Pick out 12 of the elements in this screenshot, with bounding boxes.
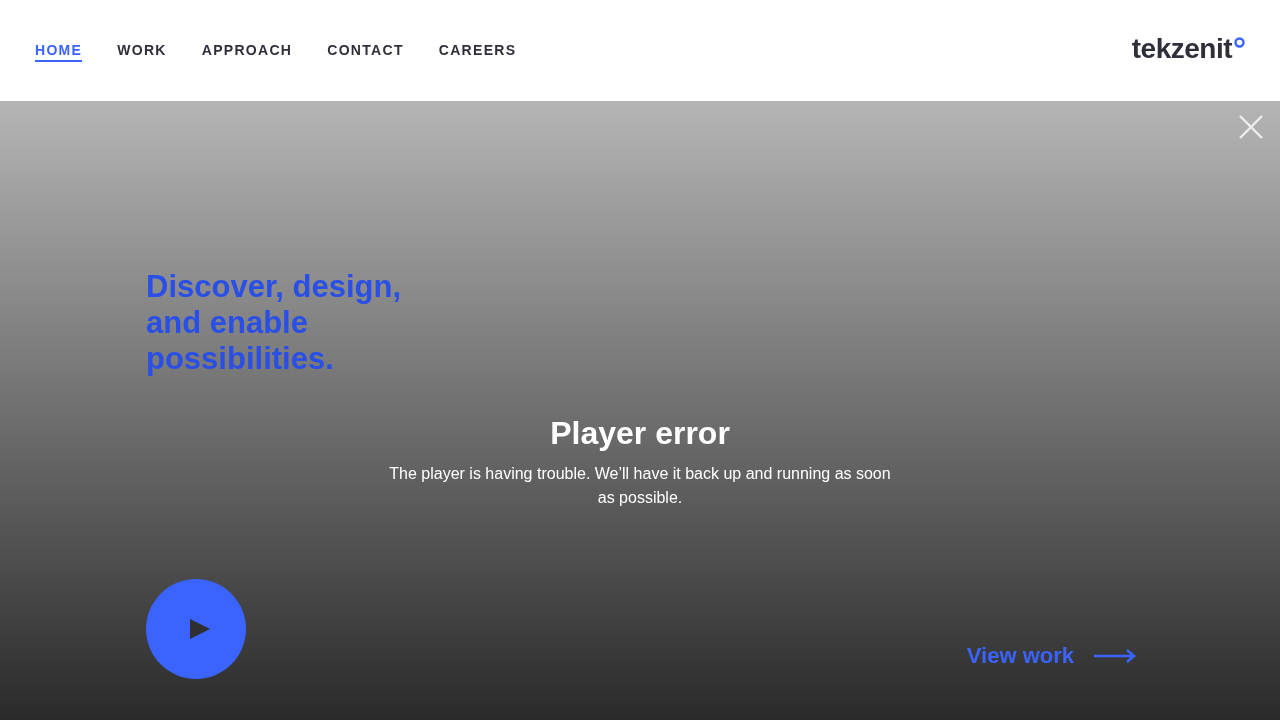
nav-link[interactable]: WORK	[117, 39, 167, 62]
nav-link[interactable]: CONTACT	[327, 39, 404, 62]
logo[interactable]: tekzenit	[1131, 32, 1245, 65]
arrow-icon	[1094, 649, 1136, 663]
close-icon[interactable]	[1238, 114, 1264, 140]
nav-link[interactable]: HOME	[35, 39, 83, 62]
nav-link[interactable]: CAREERS	[438, 39, 517, 62]
nav-link[interactable]: APPROACH	[201, 39, 293, 62]
play-icon	[190, 619, 210, 639]
headline: Discover, design, and enable possibilities.	[146, 269, 402, 377]
error-title: Player error	[549, 415, 731, 452]
error-message: The player is having trouble. We’ll have it back up and running as soon as possible.	[388, 464, 892, 508]
